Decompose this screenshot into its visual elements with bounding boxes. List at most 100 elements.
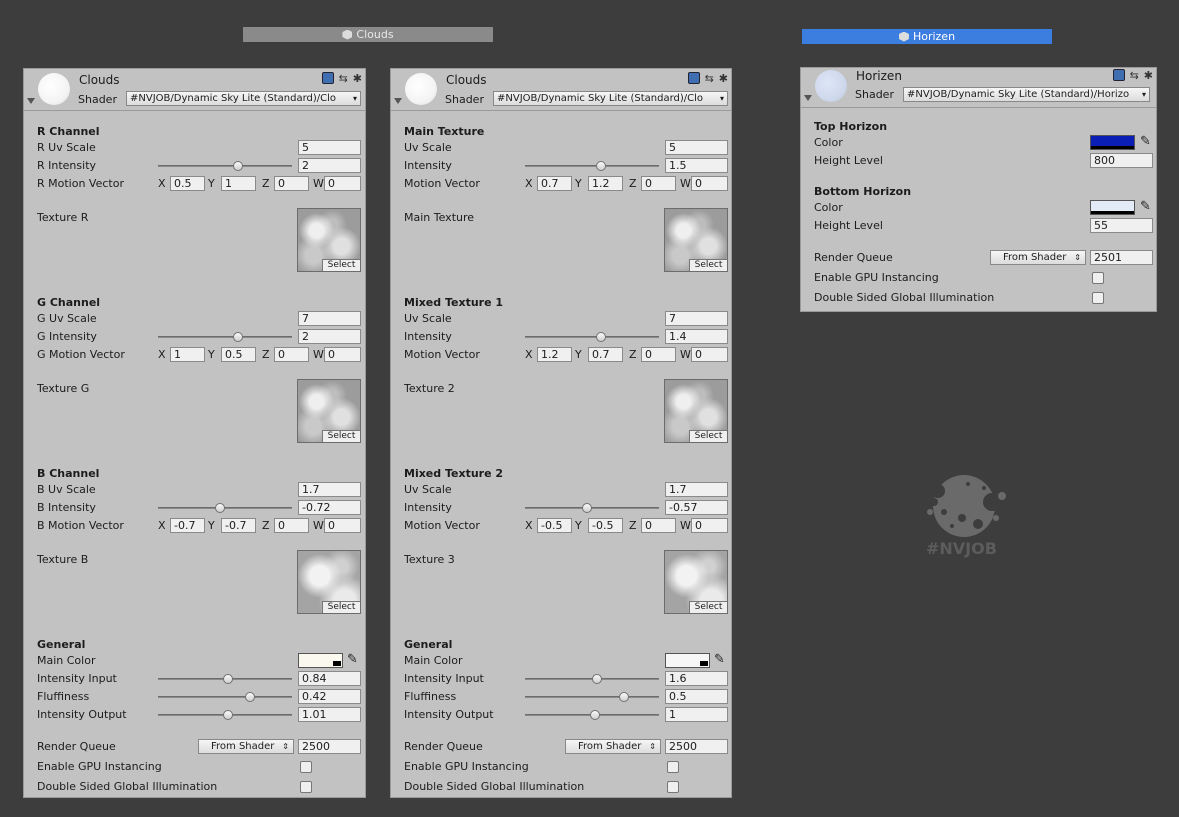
object-header-clouds[interactable]: Clouds bbox=[243, 27, 493, 42]
dsgi-checkbox[interactable] bbox=[300, 781, 312, 793]
intensity-slider-track[interactable] bbox=[158, 507, 292, 509]
intensity-slider-track[interactable] bbox=[525, 507, 659, 509]
texture-select-button[interactable]: Select bbox=[689, 430, 727, 442]
intensity-slider-track[interactable] bbox=[158, 165, 292, 167]
help-book-icon[interactable] bbox=[687, 72, 700, 84]
preset-icon[interactable]: ⇆ bbox=[1130, 69, 1139, 82]
vector-x-field[interactable]: 0.5 bbox=[170, 176, 205, 191]
object-header-horizen[interactable]: Horizen bbox=[802, 29, 1052, 44]
main-color-swatch[interactable] bbox=[298, 653, 343, 668]
uv-scale-field[interactable]: 1.7 bbox=[298, 482, 361, 497]
render-queue-field[interactable]: 2500 bbox=[665, 739, 728, 754]
eyedropper-icon[interactable]: ✎ bbox=[1140, 135, 1154, 149]
bottom-height-field[interactable]: 55 bbox=[1090, 218, 1153, 233]
gpu-instancing-checkbox[interactable] bbox=[1092, 272, 1104, 284]
vector-x-field[interactable]: -0.5 bbox=[537, 518, 572, 533]
vector-w-field[interactable]: 0 bbox=[691, 347, 728, 362]
eyedropper-icon[interactable]: ✎ bbox=[1140, 200, 1154, 214]
uv-scale-field[interactable]: 7 bbox=[665, 311, 728, 326]
foldout-arrow-icon[interactable] bbox=[394, 98, 402, 104]
dsgi-checkbox[interactable] bbox=[667, 781, 679, 793]
texture-slot[interactable]: Select bbox=[297, 379, 361, 443]
top-height-field[interactable]: 800 bbox=[1090, 153, 1153, 168]
vector-y-field[interactable]: 0.5 bbox=[221, 347, 256, 362]
vector-x-field[interactable]: 1 bbox=[170, 347, 205, 362]
vector-z-field[interactable]: 0 bbox=[641, 518, 676, 533]
bottom-color-swatch[interactable] bbox=[1090, 200, 1135, 215]
dsgi-checkbox[interactable] bbox=[1092, 292, 1104, 304]
slider-thumb[interactable] bbox=[590, 710, 600, 720]
vector-w-field[interactable]: 0 bbox=[324, 518, 361, 533]
intensity-field[interactable]: 2 bbox=[298, 158, 361, 173]
help-book-icon[interactable] bbox=[321, 72, 334, 84]
foldout-arrow-icon[interactable] bbox=[804, 95, 812, 101]
vector-y-field[interactable]: 1.2 bbox=[588, 176, 623, 191]
intensity-slider-thumb[interactable] bbox=[596, 332, 606, 342]
render-queue-field[interactable]: 2500 bbox=[298, 739, 361, 754]
gear-icon[interactable]: ✱ bbox=[719, 72, 728, 85]
uv-scale-field[interactable]: 5 bbox=[298, 140, 361, 155]
slider-value-field[interactable]: 1.6 bbox=[665, 671, 728, 686]
uv-scale-field[interactable]: 1.7 bbox=[665, 482, 728, 497]
vector-y-field[interactable]: -0.7 bbox=[221, 518, 256, 533]
texture-slot[interactable]: Select bbox=[297, 550, 361, 614]
foldout-arrow-icon[interactable] bbox=[27, 98, 35, 104]
intensity-slider-track[interactable] bbox=[525, 165, 659, 167]
render-queue-field[interactable]: 2501 bbox=[1090, 250, 1153, 265]
render-queue-dropdown[interactable]: From Shader ⇕ bbox=[990, 250, 1086, 265]
slider-value-field[interactable]: 0.84 bbox=[298, 671, 361, 686]
vector-z-field[interactable]: 0 bbox=[274, 347, 309, 362]
eyedropper-icon[interactable]: ✎ bbox=[347, 653, 361, 667]
gpu-instancing-checkbox[interactable] bbox=[667, 761, 679, 773]
uv-scale-field[interactable]: 7 bbox=[298, 311, 361, 326]
slider-thumb[interactable] bbox=[223, 710, 233, 720]
vector-x-field[interactable]: 1.2 bbox=[537, 347, 572, 362]
slider-value-field[interactable]: 0.5 bbox=[665, 689, 728, 704]
intensity-slider-track[interactable] bbox=[525, 336, 659, 338]
intensity-slider-thumb[interactable] bbox=[596, 161, 606, 171]
slider-thumb[interactable] bbox=[592, 674, 602, 684]
vector-z-field[interactable]: 0 bbox=[641, 176, 676, 191]
gear-icon[interactable]: ✱ bbox=[1144, 69, 1153, 82]
intensity-slider-track[interactable] bbox=[158, 336, 292, 338]
slider-track[interactable] bbox=[158, 696, 292, 698]
help-book-icon[interactable] bbox=[1112, 69, 1125, 81]
intensity-slider-thumb[interactable] bbox=[233, 161, 243, 171]
slider-value-field[interactable]: 1 bbox=[665, 707, 728, 722]
gpu-instancing-checkbox[interactable] bbox=[300, 761, 312, 773]
texture-select-button[interactable]: Select bbox=[322, 430, 360, 442]
vector-x-field[interactable]: -0.7 bbox=[170, 518, 205, 533]
intensity-slider-thumb[interactable] bbox=[582, 503, 592, 513]
eyedropper-icon[interactable]: ✎ bbox=[714, 653, 728, 667]
preset-icon[interactable]: ⇆ bbox=[705, 72, 714, 85]
intensity-field[interactable]: 1.5 bbox=[665, 158, 728, 173]
slider-thumb[interactable] bbox=[245, 692, 255, 702]
texture-select-button[interactable]: Select bbox=[689, 259, 727, 271]
vector-y-field[interactable]: 1 bbox=[221, 176, 256, 191]
vector-z-field[interactable]: 0 bbox=[274, 176, 309, 191]
vector-y-field[interactable]: 0.7 bbox=[588, 347, 623, 362]
texture-slot[interactable]: Select bbox=[664, 550, 728, 614]
texture-select-button[interactable]: Select bbox=[322, 259, 360, 271]
texture-select-button[interactable]: Select bbox=[689, 601, 727, 613]
vector-z-field[interactable]: 0 bbox=[641, 347, 676, 362]
main-color-swatch[interactable] bbox=[665, 653, 710, 668]
texture-slot[interactable]: Select bbox=[664, 208, 728, 272]
vector-x-field[interactable]: 0.7 bbox=[537, 176, 572, 191]
intensity-field[interactable]: 2 bbox=[298, 329, 361, 344]
top-color-swatch[interactable] bbox=[1090, 135, 1135, 150]
slider-thumb[interactable] bbox=[619, 692, 629, 702]
render-queue-dropdown[interactable]: From Shader ⇕ bbox=[565, 739, 661, 754]
render-queue-dropdown[interactable]: From Shader ⇕ bbox=[198, 739, 294, 754]
vector-w-field[interactable]: 0 bbox=[324, 347, 361, 362]
slider-value-field[interactable]: 1.01 bbox=[298, 707, 361, 722]
shader-dropdown[interactable]: #NVJOB/Dynamic Sky Lite (Standard)/Clo ▾ bbox=[126, 91, 361, 106]
slider-value-field[interactable]: 0.42 bbox=[298, 689, 361, 704]
vector-w-field[interactable]: 0 bbox=[324, 176, 361, 191]
texture-slot[interactable]: Select bbox=[297, 208, 361, 272]
intensity-field[interactable]: -0.57 bbox=[665, 500, 728, 515]
intensity-field[interactable]: -0.72 bbox=[298, 500, 361, 515]
slider-thumb[interactable] bbox=[223, 674, 233, 684]
intensity-slider-thumb[interactable] bbox=[233, 332, 243, 342]
gear-icon[interactable]: ✱ bbox=[353, 72, 362, 85]
